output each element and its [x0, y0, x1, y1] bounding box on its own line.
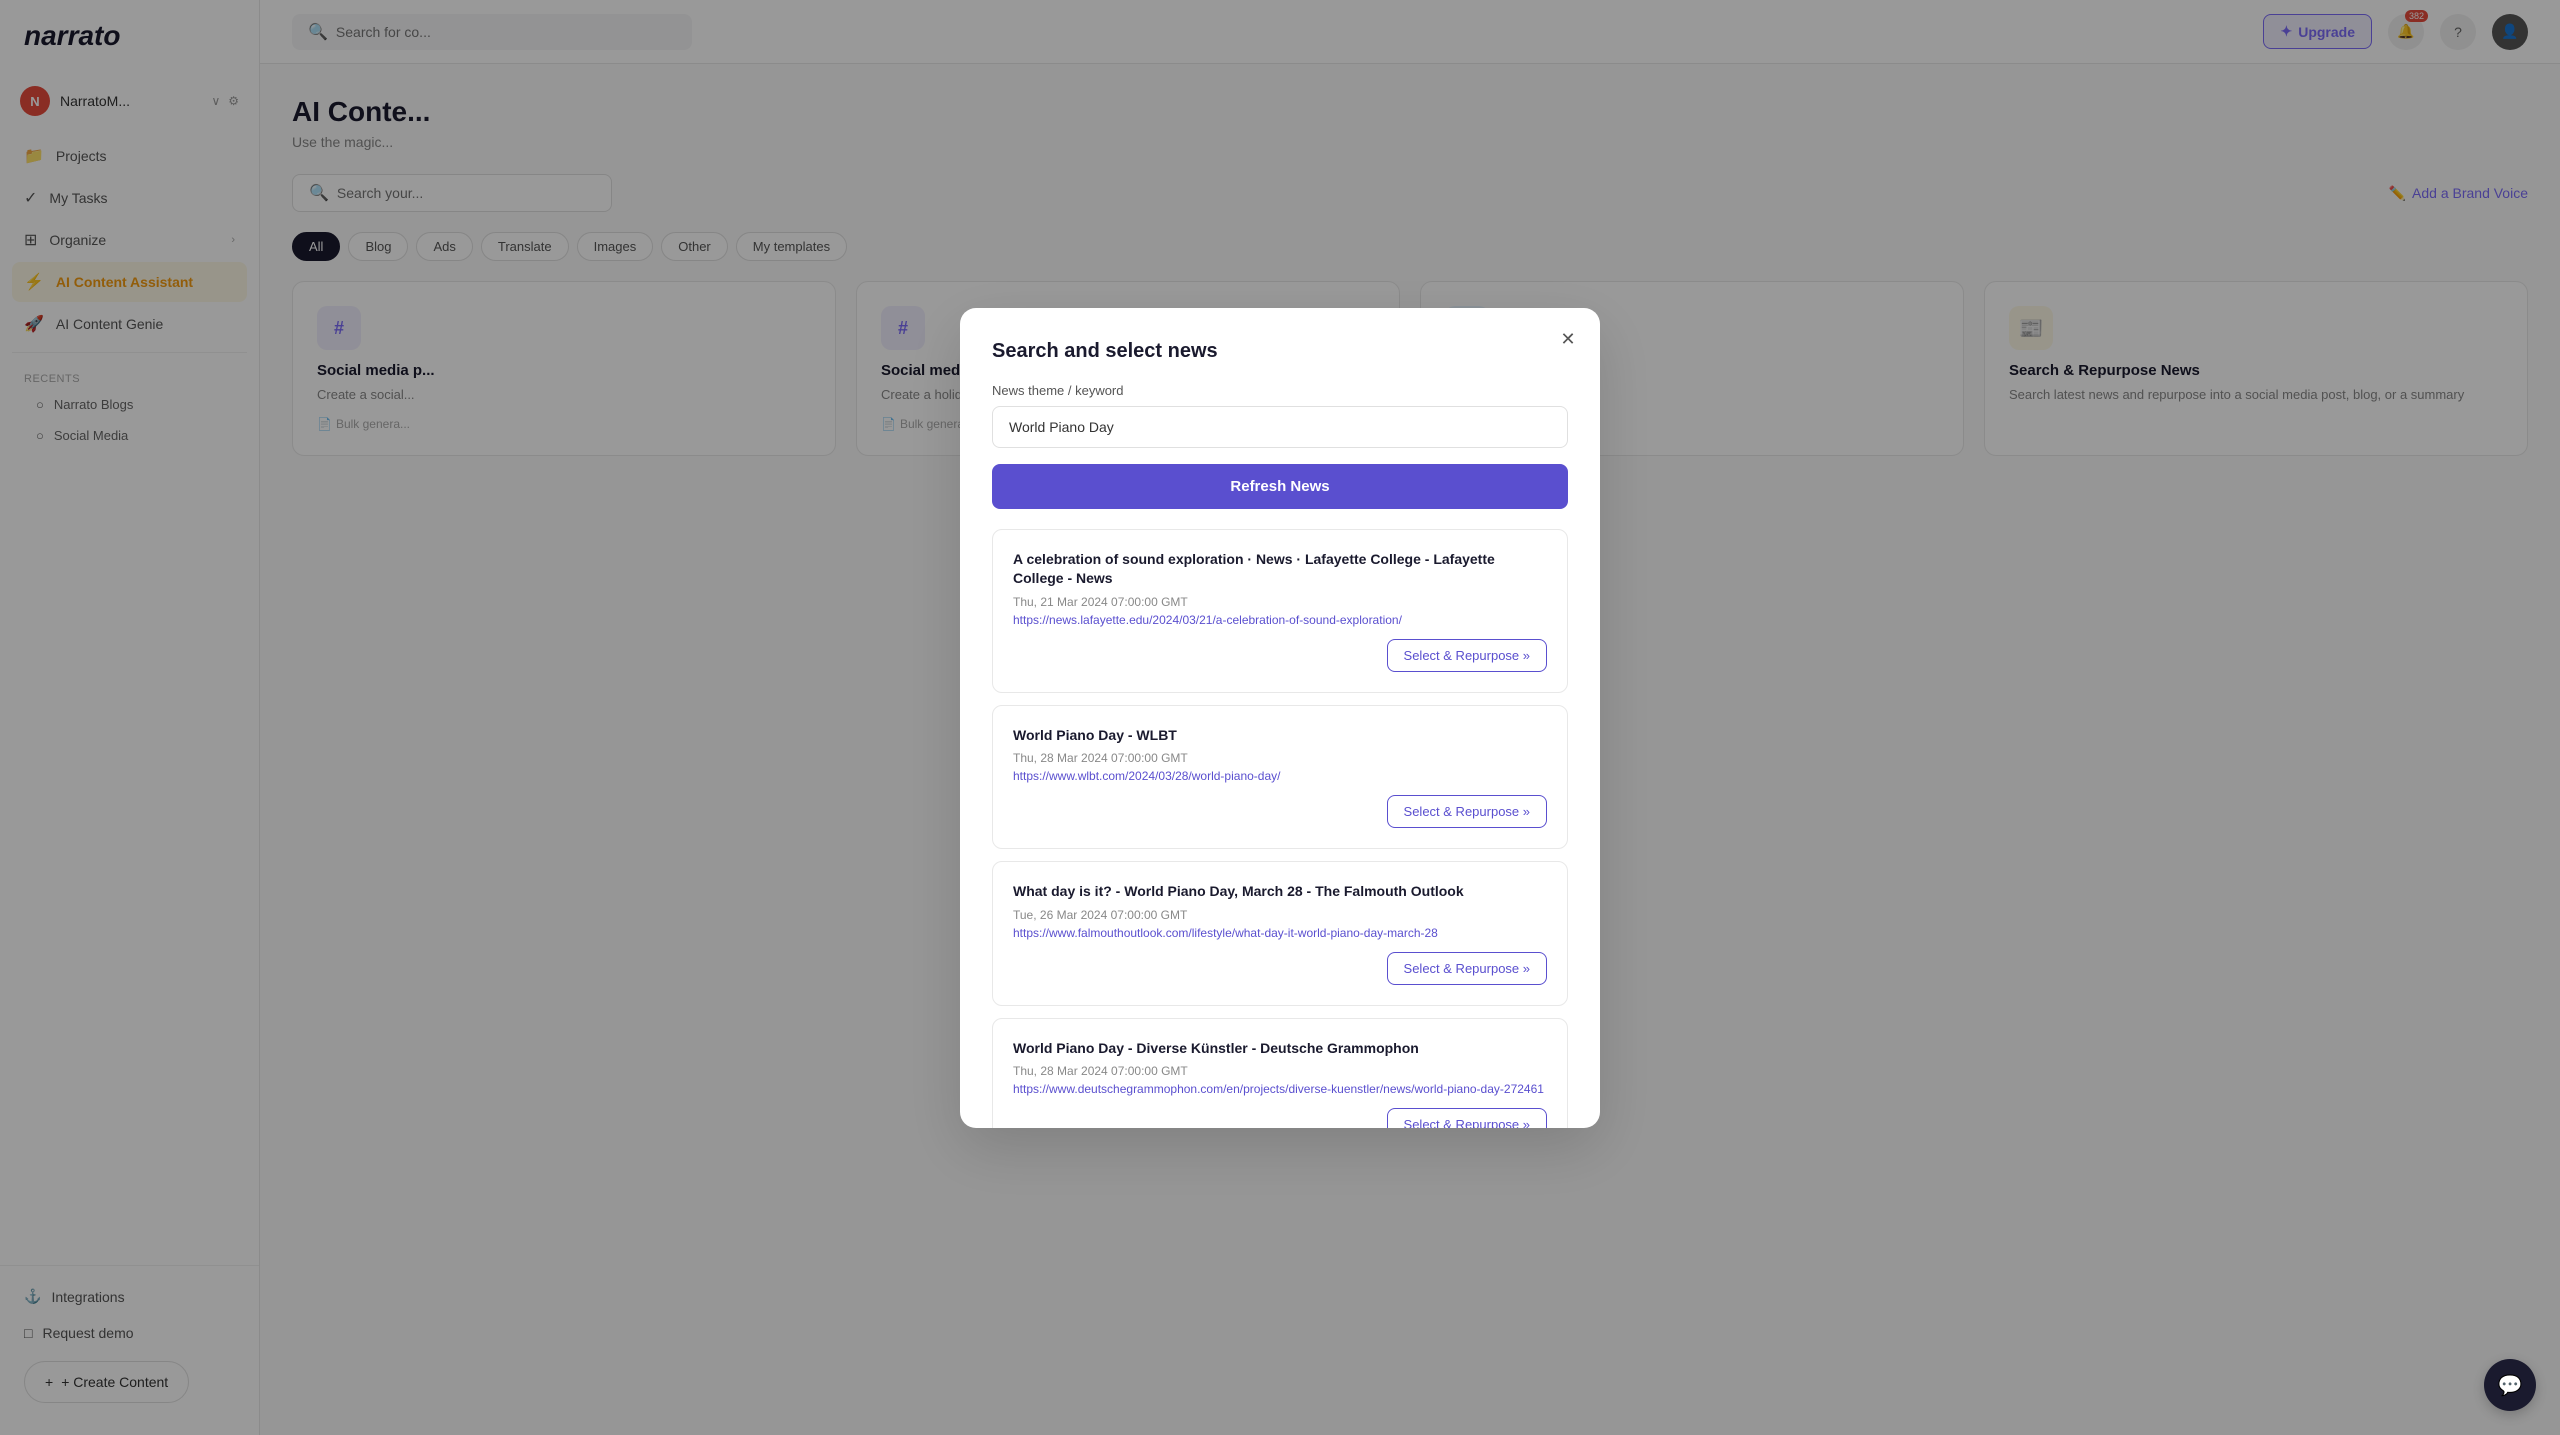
news-title: A celebration of sound exploration · New… [1013, 550, 1547, 589]
modal: ✕ Search and select news News theme / ke… [960, 308, 1600, 1128]
modal-label: News theme / keyword [992, 383, 1568, 398]
select-repurpose-button-3[interactable]: Select & Repurpose » [1387, 952, 1547, 985]
refresh-news-button[interactable]: Refresh News [992, 464, 1568, 509]
news-title: World Piano Day - Diverse Künstler - Deu… [1013, 1039, 1547, 1059]
news-url[interactable]: https://www.wlbt.com/2024/03/28/world-pi… [1013, 769, 1547, 783]
news-item-1: A celebration of sound exploration · New… [992, 529, 1568, 693]
news-item-footer: Select & Repurpose » [1013, 795, 1547, 828]
modal-title: Search and select news [992, 340, 1568, 363]
chat-icon: 💬 [2498, 1373, 2523, 1398]
news-keyword-input[interactable] [992, 406, 1568, 448]
news-date: Thu, 21 Mar 2024 07:00:00 GMT [1013, 595, 1547, 609]
news-title: World Piano Day - WLBT [1013, 726, 1547, 746]
select-repurpose-button-1[interactable]: Select & Repurpose » [1387, 639, 1547, 672]
news-item-3: What day is it? - World Piano Day, March… [992, 861, 1568, 1006]
modal-overlay[interactable]: ✕ Search and select news News theme / ke… [0, 0, 2560, 1435]
select-repurpose-button-2[interactable]: Select & Repurpose » [1387, 795, 1547, 828]
news-date: Tue, 26 Mar 2024 07:00:00 GMT [1013, 908, 1547, 922]
select-repurpose-button-4[interactable]: Select & Repurpose » [1387, 1108, 1547, 1127]
news-url[interactable]: https://www.deutschegrammophon.com/en/pr… [1013, 1082, 1547, 1096]
news-item-footer: Select & Repurpose » [1013, 1108, 1547, 1127]
news-item-footer: Select & Repurpose » [1013, 639, 1547, 672]
news-url[interactable]: https://www.falmouthoutlook.com/lifestyl… [1013, 926, 1547, 940]
news-item-2: World Piano Day - WLBT Thu, 28 Mar 2024 … [992, 705, 1568, 850]
chat-button[interactable]: 💬 [2484, 1359, 2536, 1411]
news-title: What day is it? - World Piano Day, March… [1013, 882, 1547, 902]
news-url[interactable]: https://news.lafayette.edu/2024/03/21/a-… [1013, 613, 1547, 627]
modal-close-button[interactable]: ✕ [1552, 324, 1584, 356]
news-date: Thu, 28 Mar 2024 07:00:00 GMT [1013, 751, 1547, 765]
news-item-footer: Select & Repurpose » [1013, 952, 1547, 985]
news-item-4: World Piano Day - Diverse Künstler - Deu… [992, 1018, 1568, 1128]
news-date: Thu, 28 Mar 2024 07:00:00 GMT [1013, 1064, 1547, 1078]
